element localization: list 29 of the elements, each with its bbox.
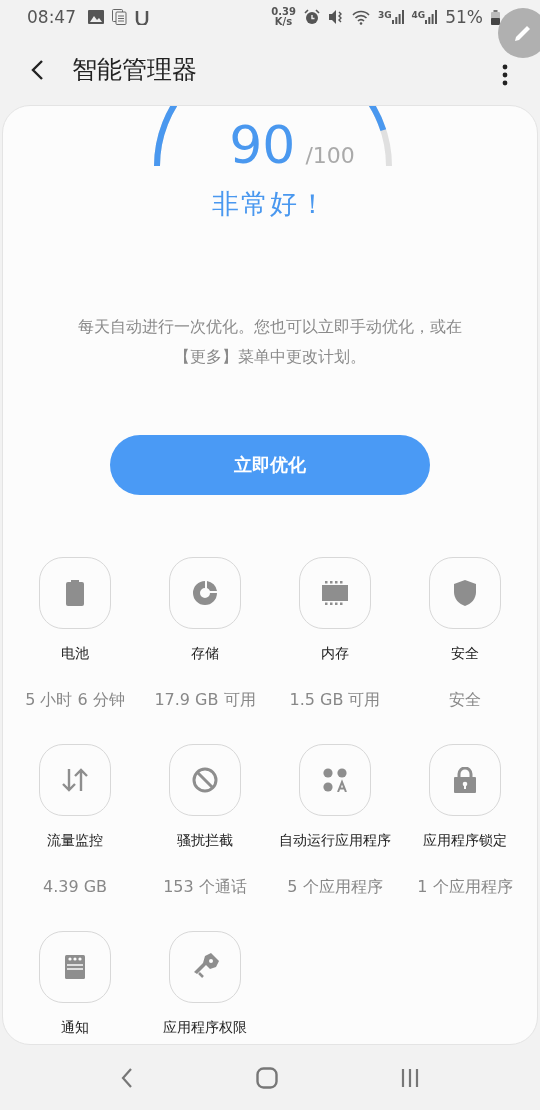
tool-value: 153 个通话 bbox=[163, 877, 247, 897]
score-rating: 非常好！ bbox=[212, 187, 328, 221]
page-title: 智能管理器 bbox=[72, 54, 197, 86]
tool-label: 应用程序锁定 bbox=[423, 831, 507, 850]
tool-label: 自动运行应用程序 bbox=[279, 831, 391, 850]
tool-label: 内存 bbox=[321, 644, 349, 663]
tool-value: 4.39 GB bbox=[42, 877, 108, 897]
tool-label: 安全 bbox=[451, 644, 479, 663]
battery-percent: 51% bbox=[445, 7, 483, 27]
network-speed: 0.39 K/s bbox=[271, 7, 296, 27]
tool-value: 1 个应用程序 bbox=[417, 877, 513, 897]
tool-label: 应用程序权限 bbox=[163, 1018, 247, 1037]
score-max: /100 bbox=[305, 143, 355, 168]
tool-value: 17.9 GB 可用 bbox=[154, 690, 256, 710]
tool-label: 通知 bbox=[61, 1018, 89, 1037]
description-text: 每天自动进行一次优化。您也可以立即手动优化，或在【更多】菜单中更改计划。 bbox=[77, 316, 463, 368]
network-type: 3G bbox=[377, 10, 392, 20]
tool-value: 5 个应用程序 bbox=[287, 877, 383, 897]
tool-label: 电池 bbox=[61, 644, 89, 663]
tool-value: 1.5 GB 可用 bbox=[289, 690, 381, 710]
tool-label: 流量监控 bbox=[47, 831, 103, 850]
tool-label: 存储 bbox=[191, 644, 219, 663]
network-type: 4G bbox=[411, 10, 426, 20]
score-value: 90 bbox=[229, 114, 296, 176]
tool-label: 骚扰拦截 bbox=[177, 831, 233, 850]
tool-value: 5 小时 6 分钟 bbox=[25, 690, 125, 710]
status-time: 08:47 bbox=[27, 7, 76, 27]
tool-value: 安全 bbox=[449, 690, 481, 710]
optimize-button[interactable]: 立即优化 bbox=[110, 435, 430, 495]
